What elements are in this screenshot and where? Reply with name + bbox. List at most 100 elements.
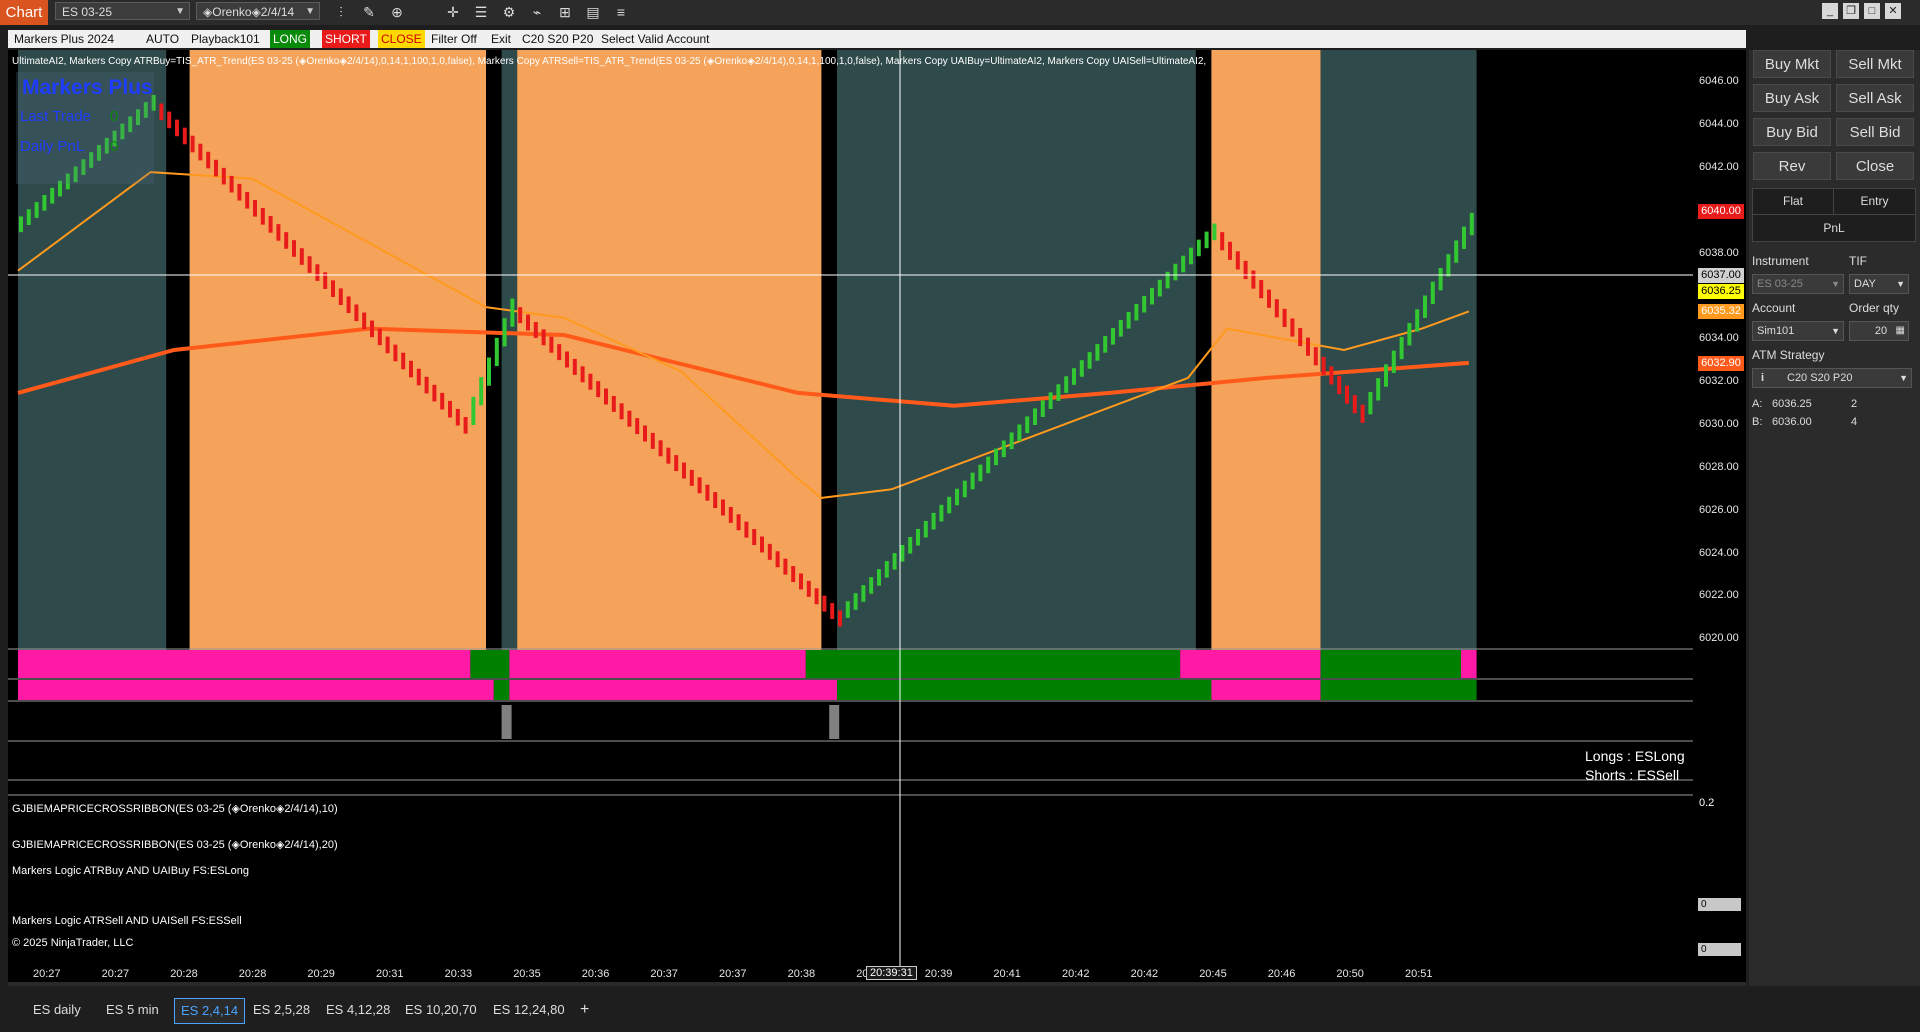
data-box-icon[interactable]: ▤ [583,2,603,22]
sell-mkt-button[interactable]: Sell Mkt [1836,50,1914,78]
close-position-button[interactable]: Close [1836,152,1914,180]
ribbon2-title: GJBIEMAPRICECROSSRIBBON(ES 03-25 (◈Orenk… [12,839,338,851]
tab-es-10-20-70[interactable]: ES 10,20,70 [399,998,483,1022]
price-bar [674,455,679,472]
price-bar [1384,364,1388,387]
indicators-icon[interactable]: ⌁ [527,2,547,22]
chevron-down-icon: ▼ [1899,373,1908,383]
zoom-in-icon[interactable]: ⊕ [387,2,407,22]
auto-button[interactable]: AUTO [146,30,179,48]
price-axis[interactable]: 6046.00 6044.00 6042.00 6040.00 6038.00 6036.… [1693,50,1746,795]
buy-mkt-button[interactable]: Buy Mkt [1753,50,1831,78]
maximize-icon[interactable]: □ [1864,3,1880,19]
reverse-button[interactable]: Rev [1753,152,1831,180]
time-axis-tick: 20:27 [101,968,130,980]
ribbon1-segment [1180,650,1321,678]
sell-ask-button[interactable]: Sell Ask [1836,84,1914,112]
price-bar [1048,392,1053,409]
instrument-field[interactable]: ES 03-25 ▼ [1752,274,1844,294]
restore-icon[interactable]: ❐ [1843,3,1859,19]
price-bar [362,312,367,330]
tab-es-daily[interactable]: ES daily [27,998,87,1022]
properties-icon[interactable]: ☰ [471,2,491,22]
bartype-selector[interactable]: ◈Orenko◈2/4/14 ▼ [196,2,320,20]
price-marker-label: 6037.00 [1698,268,1744,283]
chart-tab[interactable]: Chart [0,0,48,25]
price-bar [1235,251,1240,270]
chart-trader-icon[interactable]: ⊞ [555,2,575,22]
time-axis-tick: 20:39 [924,968,953,980]
price-bar [1282,308,1287,327]
tab-es-12-24-80[interactable]: ES 12,24,80 [487,998,571,1022]
price-axis-tick: 6044.00 [1699,118,1739,130]
chart-area[interactable]: UltimateAI2, Markers Copy ATRBuy=TIS_ATR… [8,50,1746,986]
price-bar [354,304,359,322]
qty-selector-icon[interactable]: ▦ [1896,322,1905,340]
exit-button[interactable]: Exit [491,30,511,48]
price-bar [994,448,998,466]
atm-strategy-select[interactable]: i C20 S20 P20 ▼ [1752,368,1912,388]
strategies-icon[interactable]: ⚙ [499,2,519,22]
buy-bid-button[interactable]: Buy Bid [1753,118,1831,146]
atm-template[interactable]: C20 S20 P20 [522,30,593,48]
price-bar [1025,416,1030,434]
pencil-icon[interactable]: ✎ [359,2,379,22]
ribbon1-axis-value: 0.2 [1699,797,1715,809]
price-bar [697,477,702,494]
price-bar [510,298,515,327]
price-bar [1462,226,1466,249]
chevron-down-icon: ▼ [1896,279,1905,289]
buy-ask-button[interactable]: Buy Ask [1753,84,1831,112]
position-entry: Entry [1834,189,1915,215]
price-bar [666,447,671,464]
price-bar [588,373,593,390]
crosshair-icon[interactable]: ✛ [443,2,463,22]
price-axis-tick: 6026.00 [1699,503,1739,516]
tab-es-2-5-28[interactable]: ES 2,5,28 [247,998,316,1022]
price-bar [986,456,991,474]
price-bar [557,344,562,361]
add-tab-button[interactable]: + [574,998,595,1022]
logic-buy-marker [501,705,512,739]
price-bar [1469,212,1474,236]
price-bar [970,472,975,490]
chart-trader-panel: Buy Mkt Sell Mkt Buy Ask Sell Ask Buy Bi… [1749,50,1920,986]
close-button[interactable]: CLOSE [378,30,425,48]
tab-es-5-min[interactable]: ES 5 min [100,998,165,1022]
tif-select[interactable]: DAY ▼ [1849,274,1909,294]
close-icon[interactable]: ✕ [1885,3,1901,19]
tab-es-4-12-28[interactable]: ES 4,12,28 [320,998,396,1022]
atm-strategy-label: ATM Strategy [1752,348,1825,362]
minimize-icon[interactable]: _ [1822,3,1838,19]
price-bar [799,573,803,590]
menu-icon[interactable]: ≡ [611,2,631,22]
price-bar [1228,241,1232,260]
time-axis-tick: 20:33 [444,968,473,980]
filter-button[interactable]: Filter Off [431,30,477,48]
ask-size: 2 [1851,398,1858,410]
price-bar [565,351,569,368]
time-axis-tick: 20:37 [719,968,747,980]
price-bar [1150,287,1154,305]
info-icon[interactable]: i [1761,369,1764,387]
horizontal-scrollbar[interactable] [8,982,1746,986]
order-qty-field[interactable]: 20 ▦ [1849,321,1909,341]
instrument-field-value: ES 03-25 [1757,278,1803,290]
price-bar [736,514,741,531]
price-bar [1399,336,1404,360]
price-bar [1423,295,1427,318]
price-bar [611,395,616,412]
price-bar [978,464,983,482]
select-account-text: Select Valid Account [601,32,710,46]
account-select[interactable]: Sim101 ▼ [1752,321,1844,341]
bars-icon[interactable]: ⫶ [331,2,351,22]
short-button[interactable]: SHORT [322,30,370,48]
long-button[interactable]: LONG [270,30,311,48]
last-trade-value: 0 [110,108,119,125]
price-bar [1313,347,1318,366]
price-bar [923,520,928,538]
sell-bid-button[interactable]: Sell Bid [1836,118,1914,146]
tab-es-2-4-14[interactable]: ES 2,4,14 [174,998,246,1024]
instrument-selector[interactable]: ES 03-25 ▼ [55,2,190,20]
price-bar [1212,223,1217,241]
